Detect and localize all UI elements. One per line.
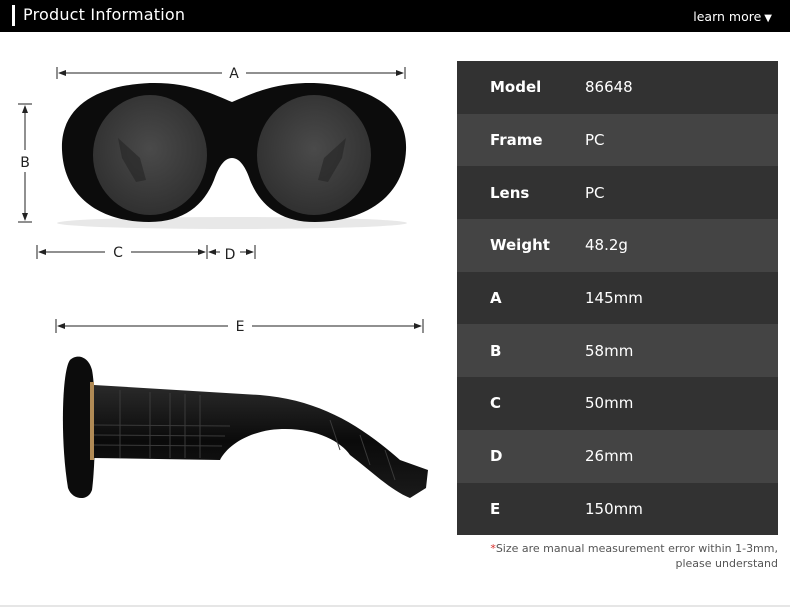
note-line-1: Size are manual measurement error within… xyxy=(495,542,778,555)
spec-label: D xyxy=(490,447,503,466)
spec-row-frame: Frame PC xyxy=(457,113,778,167)
learn-more-label: learn more xyxy=(693,9,762,24)
product-diagram: A B C D E xyxy=(0,40,450,560)
spec-table: Model 86648 Frame PC Lens PC Weight 48.2… xyxy=(457,61,778,536)
right-lens xyxy=(257,95,371,215)
side-view xyxy=(62,356,428,499)
spec-label: Weight xyxy=(490,236,550,255)
spec-value: PC xyxy=(585,131,605,150)
spec-label: Model xyxy=(490,78,542,97)
spec-row-d: D 26mm xyxy=(457,429,778,483)
dimension-e-label: E xyxy=(236,319,245,335)
spec-label: C xyxy=(490,394,502,413)
dimension-a-label: A xyxy=(229,66,239,82)
left-lens xyxy=(93,95,207,215)
spec-label: Lens xyxy=(490,183,530,202)
spec-row-weight: Weight 48.2g xyxy=(457,219,778,272)
front-view xyxy=(57,82,407,229)
dimension-e: E xyxy=(55,319,424,335)
spec-row-c: C 50mm xyxy=(457,377,778,430)
spec-row-b: B 58mm xyxy=(457,324,778,378)
spec-value: 86648 xyxy=(585,78,633,97)
dimension-c-d: C D xyxy=(36,245,256,263)
spec-label: A xyxy=(490,289,502,308)
triangle-down-icon: ▼ xyxy=(764,13,772,24)
spec-row-a: A 145mm xyxy=(457,271,778,325)
dimension-a: A xyxy=(56,66,406,82)
measurement-note: *Size are manual measurement error withi… xyxy=(458,541,778,571)
dimension-b: B xyxy=(18,103,32,223)
spec-value: 150mm xyxy=(585,499,643,518)
spec-value: 26mm xyxy=(585,447,634,466)
dimension-b-label: B xyxy=(20,155,30,171)
header-accent-bar xyxy=(12,5,15,26)
note-line-2: please understand xyxy=(675,557,779,570)
page-header: Product Information learn more ▼ xyxy=(0,0,790,32)
spec-row-lens: Lens PC xyxy=(457,166,778,220)
spec-value: 50mm xyxy=(585,394,634,413)
page-title: Product Information xyxy=(23,5,186,24)
spec-label: B xyxy=(490,341,502,360)
spec-label: E xyxy=(490,499,501,518)
spec-row-model: Model 86648 xyxy=(457,61,778,114)
dimension-c-label: C xyxy=(113,245,123,261)
dimension-d-label: D xyxy=(225,247,236,263)
spec-value: PC xyxy=(585,183,605,202)
spec-value: 58mm xyxy=(585,341,634,360)
sunglasses-illustration: A B C D E xyxy=(18,66,428,499)
spec-value: 48.2g xyxy=(585,236,628,255)
spec-row-e: E 150mm xyxy=(457,482,778,536)
spec-value: 145mm xyxy=(585,289,643,308)
learn-more-link[interactable]: learn more ▼ xyxy=(693,9,772,24)
spec-label: Frame xyxy=(490,131,543,150)
